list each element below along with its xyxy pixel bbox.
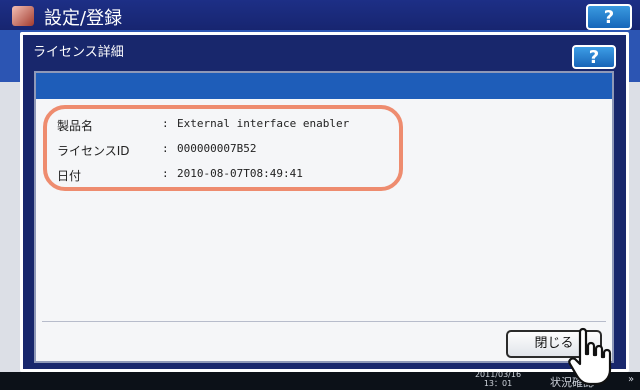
dialog-content: 製品名 : External interface enabler ライセンスID… xyxy=(34,71,614,363)
time-text: 13：01 xyxy=(483,379,513,388)
license-info-highlight: 製品名 : External interface enabler ライセンスID… xyxy=(43,105,403,191)
app-title: 設定/登録 xyxy=(44,8,123,29)
hand-pointer-icon xyxy=(568,327,612,386)
detail-separator: : xyxy=(162,142,169,155)
detail-label: ライセンスID xyxy=(57,144,130,158)
detail-label: 日付 xyxy=(57,169,82,183)
datetime-display: 2011/03/16 13：01 xyxy=(468,370,528,388)
dialog-help-button[interactable]: ? xyxy=(572,45,616,69)
content-header-band xyxy=(36,73,612,99)
detail-value: 2010-08-07T08:49:41 xyxy=(177,167,303,180)
dialog-title: ライセンス詳細 xyxy=(33,45,124,60)
detail-label: 製品名 xyxy=(57,119,94,133)
detail-separator: : xyxy=(162,117,169,130)
detail-value: External interface enabler xyxy=(177,117,350,130)
footer-divider xyxy=(42,321,606,322)
settings-app-icon xyxy=(12,6,34,26)
detail-separator: : xyxy=(162,167,169,180)
app-help-button[interactable]: ? xyxy=(586,4,632,30)
detail-value: 000000007B52 xyxy=(177,142,257,155)
license-details-dialog: ライセンス詳細 ? 製品名 : External interface enabl… xyxy=(20,32,629,372)
app-footer xyxy=(0,372,640,390)
next-icon[interactable]: » xyxy=(628,374,634,385)
